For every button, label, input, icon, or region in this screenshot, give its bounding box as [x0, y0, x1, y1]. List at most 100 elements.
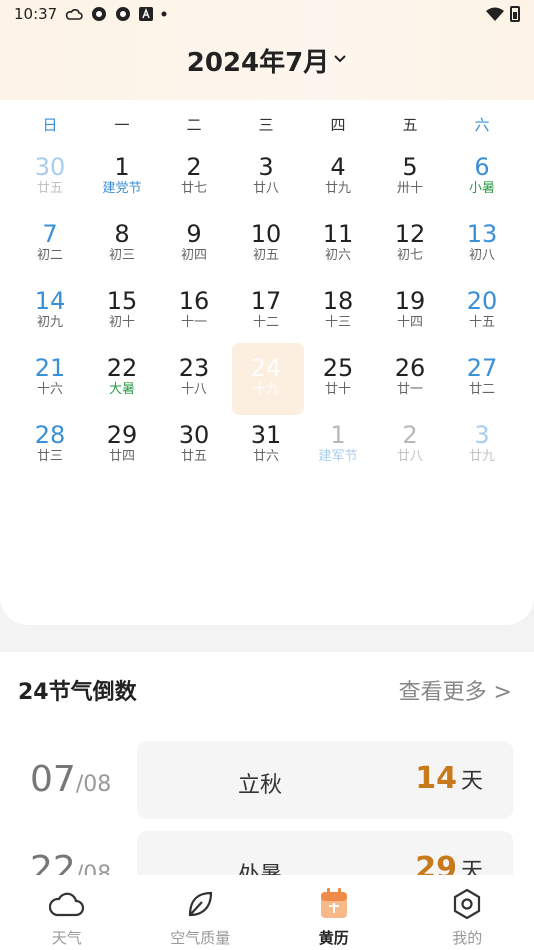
day-number: 19	[394, 287, 426, 315]
day-number: 5	[402, 153, 418, 181]
calendar-day[interactable]: 5 卅十	[374, 142, 446, 209]
lunar-date: 十三	[324, 315, 351, 330]
calendar-day[interactable]: 26 廿一	[374, 343, 446, 410]
calendar-day[interactable]: 2 廿七	[158, 142, 230, 209]
calendar-day[interactable]: 30 廿五	[14, 142, 86, 209]
view-more-link[interactable]: 查看更多 >	[399, 674, 512, 706]
nav-tab-weather[interactable]: 天气	[0, 875, 134, 950]
solar-term-date: 07/08	[30, 759, 111, 800]
lunar-date: 十一	[180, 315, 207, 330]
weekday-label: 一	[114, 116, 130, 134]
calendar-day[interactable]: 31 廿六	[230, 410, 302, 477]
calendar-day[interactable]: 30 廿五	[158, 410, 230, 477]
calendar-day[interactable]: 18 十三	[302, 276, 374, 343]
day-number: 6	[474, 153, 490, 181]
day-number: 1	[114, 153, 130, 181]
calendar-day[interactable]: 9 初四	[158, 209, 230, 276]
calendar-day[interactable]: 1 建军节	[302, 410, 374, 477]
calendar-day[interactable]: 15 初十	[86, 276, 158, 343]
day-number: 30	[34, 153, 66, 181]
month-selector[interactable]: 2024年7月	[0, 42, 534, 79]
lunar-date: 廿十	[324, 382, 351, 397]
lunar-date: 廿四	[108, 449, 135, 464]
weekday-label: 日	[42, 116, 58, 134]
day-number: 4	[330, 153, 346, 181]
solar-terms-card: 24节气倒数 查看更多 > 07/08 立秋 14天 22/08 处暑 29天	[0, 652, 534, 909]
calendar-day[interactable]: 13 初八	[446, 209, 518, 276]
lunar-date: 廿二	[468, 382, 495, 397]
cloud-icon	[65, 9, 83, 20]
calendar-day[interactable]: 28 廿三	[14, 410, 86, 477]
day-number: 15	[106, 287, 138, 315]
day-number: 20	[466, 287, 498, 315]
calendar-day[interactable]: 17 十二	[230, 276, 302, 343]
calendar-day[interactable]: 22 大暑	[86, 343, 158, 410]
calendar-day[interactable]: 21 十六	[14, 343, 86, 410]
calendar-day[interactable]: 3 廿九	[446, 410, 518, 477]
calendar-day[interactable]: 2 廿八	[374, 410, 446, 477]
nav-label: 我的	[452, 929, 483, 947]
status-time: 10:37	[14, 5, 58, 23]
calendar-day[interactable]: 16 十一	[158, 276, 230, 343]
day-number: 26	[394, 354, 426, 382]
day-number: 8	[114, 220, 130, 248]
calendar-day[interactable]: 6 小暑	[446, 142, 518, 209]
calendar-day[interactable]: 27 廿二	[446, 343, 518, 410]
solar-term-box: 立秋 14 天	[137, 741, 513, 819]
calendar-day[interactable]: 20 十五	[446, 276, 518, 343]
nav-tab-almanac[interactable]: 黄历	[267, 875, 401, 950]
dot-icon	[161, 11, 167, 17]
calendar-day[interactable]: 10 初五	[230, 209, 302, 276]
nav-tab-air-quality[interactable]: 空气质量	[134, 875, 268, 950]
calendar-day[interactable]: 25 廿十	[302, 343, 374, 410]
lunar-date: 初二	[36, 248, 63, 263]
countdown-number: 14	[415, 761, 457, 796]
calendar-card: 日一二三四五六 30 廿五 1 建党节 2 廿七 3 廿八 4 廿九 5 卅十 6 小暑 7 初二 8 初三 9 初四…	[0, 100, 534, 625]
solar-term-countdown: 14 天	[415, 761, 483, 796]
solar-terms-title: 24节气倒数	[18, 680, 137, 705]
day-number: 12	[394, 220, 426, 248]
lunar-date: 廿五	[180, 449, 207, 464]
lunar-date: 十九	[252, 382, 279, 397]
lunar-date: 建党节	[102, 181, 142, 196]
lunar-date: 初九	[36, 315, 63, 330]
lunar-date: 十八	[180, 382, 207, 397]
day-number: 25	[322, 354, 354, 382]
calendar-day[interactable]: 11 初六	[302, 209, 374, 276]
day-number: 17	[250, 287, 282, 315]
day-number: 21	[34, 354, 66, 382]
calendar-day[interactable]: 7 初二	[14, 209, 86, 276]
calendar-day[interactable]: 4 廿九	[302, 142, 374, 209]
lunar-date: 小暑	[468, 181, 495, 196]
lunar-date: 初七	[396, 248, 423, 263]
calendar-day[interactable]: 1 建党节	[86, 142, 158, 209]
lunar-date: 十二	[252, 315, 279, 330]
nav-label: 空气质量	[170, 929, 231, 947]
lunar-date: 卅十	[396, 181, 423, 196]
lunar-date: 廿九	[324, 181, 351, 196]
lunar-date: 十四	[396, 315, 423, 330]
lunar-date: 十六	[36, 382, 63, 397]
solar-term-name: 立秋	[237, 773, 282, 798]
calendar-day[interactable]: 14 初九	[14, 276, 86, 343]
day-number: 2	[402, 421, 418, 449]
calendar-day[interactable]: 19 十四	[374, 276, 446, 343]
day-number: 18	[322, 287, 354, 315]
calendar-day[interactable]: 3 廿八	[230, 142, 302, 209]
calendar-day-today[interactable]: 24 十九	[230, 343, 304, 415]
day-number: 14	[34, 287, 66, 315]
calendar-day[interactable]: 12 初七	[374, 209, 446, 276]
lunar-date: 初三	[108, 248, 135, 263]
nav-tab-mine[interactable]: 我的	[401, 875, 534, 950]
nav-label: 天气	[51, 929, 82, 947]
calendar-day[interactable]: 29 廿四	[86, 410, 158, 477]
nav-label: 黄历	[318, 929, 349, 947]
solar-term-row[interactable]: 07/08 立秋 14 天	[0, 741, 534, 819]
day-number: 30	[178, 421, 210, 449]
day-number: 23	[178, 354, 210, 382]
calendar-day[interactable]: 23 十八	[158, 343, 230, 410]
wifi-icon	[486, 7, 504, 21]
weekday-label: 四	[330, 116, 346, 134]
calendar-day[interactable]: 8 初三	[86, 209, 158, 276]
lunar-date: 建军节	[318, 449, 358, 464]
